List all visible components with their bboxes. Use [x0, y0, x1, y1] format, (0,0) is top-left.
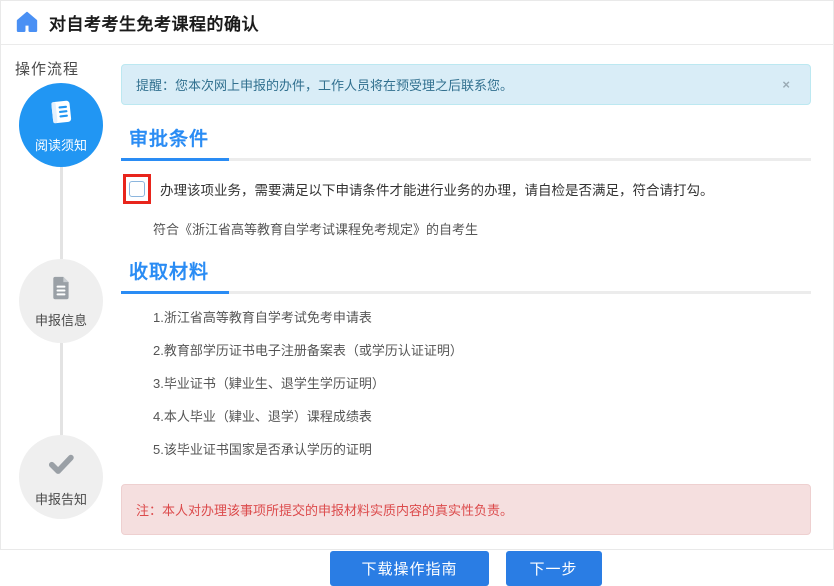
document-icon [47, 274, 75, 307]
action-buttons: 下载操作指南 下一步 [121, 551, 811, 586]
approval-checkbox-row: 办理该项业务，需要满足以下申请条件才能进行业务的办理，请自检是否满足，符合请打勾… [123, 174, 811, 204]
step-declare-notify[interactable]: 申报告知 [19, 435, 103, 519]
step-declare-info[interactable]: 申报信息 [19, 259, 103, 343]
agree-checkbox[interactable] [129, 181, 145, 197]
responsibility-note: 注：本人对办理该事项所提交的申报材料实质内容的真实性负责。 [121, 484, 811, 535]
material-item: 1.浙江省高等教育自学考试免考申请表 [153, 309, 811, 327]
download-guide-button[interactable]: 下载操作指南 [330, 551, 488, 586]
step-connector [60, 343, 63, 435]
material-item: 3.毕业证书（肄业生、退学生学历证明） [153, 375, 811, 393]
step-list: 阅读须知 申报信息 [1, 83, 121, 519]
approval-condition: 符合《浙江省高等教育自学考试课程免考规定》的自考生 [153, 219, 811, 238]
materials-section-head: 收取材料 [121, 257, 811, 294]
checkbox-label: 办理该项业务，需要满足以下申请条件才能进行业务的办理，请自检是否满足，符合请打勾… [160, 179, 714, 199]
close-icon[interactable]: × [776, 78, 796, 91]
content-area: 操作流程 阅读须知 [1, 45, 833, 549]
step-connector [60, 167, 63, 259]
materials-list: 1.浙江省高等教育自学考试免考申请表 2.教育部学历证书电子注册备案表（或学历认… [153, 309, 811, 459]
step-label: 申报信息 [35, 310, 87, 329]
step-label: 申报告知 [35, 489, 87, 508]
page-header: 对自考考生免考课程的确认 [1, 1, 833, 45]
checkbox-highlight-box [123, 174, 151, 204]
home-icon [14, 9, 40, 35]
reminder-banner: 提醒：您本次网上申报的办件，工作人员将在预受理之后联系您。 × [121, 64, 811, 105]
sidebar-title: 操作流程 [15, 58, 121, 79]
page-container: 对自考考生免考课程的确认 操作流程 阅读须知 [0, 0, 834, 550]
material-item: 5.该毕业证书国家是否承认学历的证明 [153, 441, 811, 459]
step-read-notice[interactable]: 阅读须知 [19, 83, 103, 167]
material-item: 2.教育部学历证书电子注册备案表（或学历认证证明） [153, 342, 811, 360]
check-icon [44, 447, 78, 486]
material-item: 4.本人毕业（肄业、退学）课程成绩表 [153, 408, 811, 426]
approval-section-head: 审批条件 [121, 124, 811, 161]
approval-heading: 审批条件 [121, 124, 229, 161]
next-step-button[interactable]: 下一步 [506, 551, 602, 586]
sidebar-steps: 操作流程 阅读须知 [1, 45, 121, 549]
page-title: 对自考考生免考课程的确认 [49, 10, 259, 35]
materials-heading: 收取材料 [121, 257, 229, 294]
step-label: 阅读须知 [35, 135, 87, 154]
book-icon [46, 97, 76, 132]
reminder-text: 提醒：您本次网上申报的办件，工作人员将在预受理之后联系您。 [136, 75, 776, 94]
main-panel: 提醒：您本次网上申报的办件，工作人员将在预受理之后联系您。 × 审批条件 办理该… [121, 45, 833, 549]
